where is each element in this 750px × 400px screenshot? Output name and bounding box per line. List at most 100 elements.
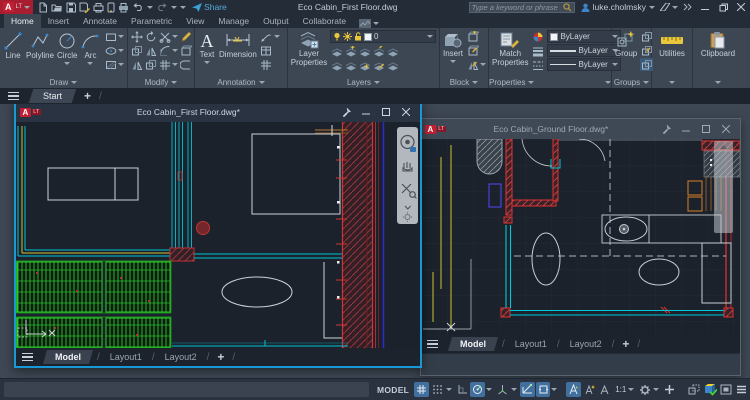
window-title-bar[interactable]: ALT Eco Cabin_Ground Floor.dwg* xyxy=(421,119,740,139)
close-window-button[interactable] xyxy=(396,104,416,120)
layout1-tab[interactable]: Layout1 xyxy=(100,350,152,364)
rotate-tool-icon[interactable] xyxy=(144,30,157,43)
layout2-tab[interactable]: Layout2 xyxy=(560,337,612,351)
layer-tool-icon[interactable] xyxy=(358,45,371,58)
properties-launcher-icon[interactable] xyxy=(605,81,611,84)
layer-tool-icon[interactable] xyxy=(330,45,343,58)
undo-dropdown-icon[interactable] xyxy=(147,6,153,9)
circle-dropdown-icon[interactable] xyxy=(64,62,70,65)
window-title-bar[interactable]: ALT Eco Cabin_First Floor.dwg* xyxy=(16,102,420,122)
layer-properties-button[interactable]: Layer Properties xyxy=(291,30,327,67)
anchor-window-button[interactable] xyxy=(336,104,356,120)
annotation-autoscale-toggle[interactable] xyxy=(582,382,597,397)
ellipse-tool-icon[interactable] xyxy=(104,44,117,57)
customization-button[interactable] xyxy=(662,382,677,397)
edit-block-tool-icon[interactable] xyxy=(466,44,479,57)
circle-button[interactable]: Circle xyxy=(57,30,77,65)
model-tab[interactable]: Model xyxy=(448,337,498,351)
layer-select-dropdown[interactable]: 0 xyxy=(330,30,436,43)
settings-dropdown-icon[interactable] xyxy=(653,388,659,391)
user-account-button[interactable]: luke.cholmsky xyxy=(581,2,655,12)
explode-tool-icon[interactable] xyxy=(179,44,192,57)
table-tool-icon[interactable] xyxy=(260,44,273,57)
close-window-button[interactable] xyxy=(716,121,736,137)
object-snap-dropdown-icon[interactable] xyxy=(551,388,557,391)
block-panel-footer[interactable]: Block xyxy=(440,76,488,88)
window-first-floor[interactable]: ALT Eco Cabin_First Floor.dwg* xyxy=(14,100,422,368)
maximize-window-button[interactable] xyxy=(376,104,396,120)
save-icon[interactable] xyxy=(66,2,76,13)
ribbon-options-button[interactable] xyxy=(359,19,379,28)
object-snap-toggle[interactable] xyxy=(536,382,551,397)
snap-mode-toggle[interactable] xyxy=(430,382,445,397)
layer-tool-icon[interactable] xyxy=(358,59,371,72)
hatch-tool-icon[interactable] xyxy=(104,58,117,71)
group-button[interactable]: Group xyxy=(615,30,637,59)
restore-button[interactable] xyxy=(714,0,732,14)
block-dropdown-icon[interactable] xyxy=(480,63,486,66)
leader-dropdown-icon[interactable] xyxy=(274,35,280,38)
layer-tool-icon[interactable] xyxy=(372,45,385,58)
open-file-icon[interactable] xyxy=(51,2,63,13)
user-dropdown-icon[interactable] xyxy=(649,6,655,9)
annotation-visibility-toggle[interactable] xyxy=(566,382,581,397)
linetype-dropdown[interactable]: ByLayer xyxy=(547,58,620,71)
leader-tool-icon[interactable] xyxy=(260,30,273,43)
layout2-tab[interactable]: Layout2 xyxy=(155,350,207,364)
layer-tool-icon[interactable] xyxy=(372,59,385,72)
window-ground-floor[interactable]: ALT Eco Cabin_Ground Floor.dwg* xyxy=(420,118,741,376)
mobile-share-icon[interactable] xyxy=(107,2,115,13)
clipboard-button[interactable]: Clipboard xyxy=(701,30,735,59)
object-snap-tracking-toggle[interactable] xyxy=(520,382,535,397)
tab-manage[interactable]: Manage xyxy=(211,14,256,28)
stretch-tool-icon[interactable] xyxy=(130,58,143,71)
properties-panel-footer[interactable]: Properties xyxy=(489,76,611,88)
maximize-window-button[interactable] xyxy=(696,121,716,137)
annotation-grid-icon[interactable] xyxy=(260,58,273,71)
annotation-scale-button[interactable] xyxy=(597,382,612,397)
draw-panel-footer[interactable]: Draw xyxy=(0,76,127,88)
tab-annotate[interactable]: Annotate xyxy=(76,14,124,28)
array-tool-icon[interactable] xyxy=(158,58,171,71)
autodesk-menu-button[interactable] xyxy=(660,3,678,11)
collapse-chevrons-icon[interactable] xyxy=(683,3,692,11)
model-tab[interactable]: Model xyxy=(43,350,93,364)
layer-tool-icon[interactable] xyxy=(330,59,343,72)
utilities-button[interactable]: Utilities xyxy=(659,30,685,59)
text-button[interactable]: A Text xyxy=(198,30,216,64)
mirror-tool-icon[interactable] xyxy=(144,44,157,57)
settings-gear-button[interactable] xyxy=(637,382,652,397)
fillet-tool-icon[interactable] xyxy=(158,44,171,57)
layers-panel-footer[interactable]: Layers xyxy=(288,76,439,88)
search-icon[interactable] xyxy=(563,3,572,12)
share-button[interactable]: Share xyxy=(192,2,227,12)
move-tool-icon[interactable] xyxy=(130,30,143,43)
rectangle-tool-icon[interactable] xyxy=(104,30,117,43)
trim-dropdown-icon[interactable] xyxy=(172,35,178,38)
insert-button[interactable]: Insert xyxy=(443,30,463,63)
create-block-tool-icon[interactable] xyxy=(466,30,479,43)
layer-tool-icon[interactable] xyxy=(344,59,357,72)
tab-view[interactable]: View xyxy=(179,14,211,28)
application-menu-button[interactable]: A LT xyxy=(0,0,33,14)
scale-dropdown-icon[interactable] xyxy=(628,388,634,391)
polar-tracking-toggle[interactable] xyxy=(470,382,485,397)
ortho-mode-toggle[interactable] xyxy=(455,382,470,397)
clipboard-panel-footer[interactable] xyxy=(693,76,743,88)
arc-button[interactable]: Arc xyxy=(80,30,100,65)
ellipse-dropdown-icon[interactable] xyxy=(118,49,124,52)
print-icon[interactable] xyxy=(118,2,129,13)
layer-tool-icon[interactable] xyxy=(386,45,399,58)
offset-tool-icon[interactable] xyxy=(179,58,192,71)
isolate-objects-button[interactable] xyxy=(687,382,702,397)
minimize-window-button[interactable] xyxy=(356,104,376,120)
arc-dropdown-icon[interactable] xyxy=(87,62,93,65)
command-line-input[interactable] xyxy=(4,382,369,397)
clean-screen-button[interactable] xyxy=(719,382,734,397)
drawing-canvas-first-floor[interactable] xyxy=(16,122,420,348)
text-dropdown-icon[interactable] xyxy=(204,61,210,64)
customize-statusbar-menu[interactable] xyxy=(734,382,749,397)
scale-tool-icon[interactable] xyxy=(144,58,157,71)
isometric-drafting-toggle[interactable] xyxy=(495,382,510,397)
rectangle-dropdown-icon[interactable] xyxy=(118,35,124,38)
